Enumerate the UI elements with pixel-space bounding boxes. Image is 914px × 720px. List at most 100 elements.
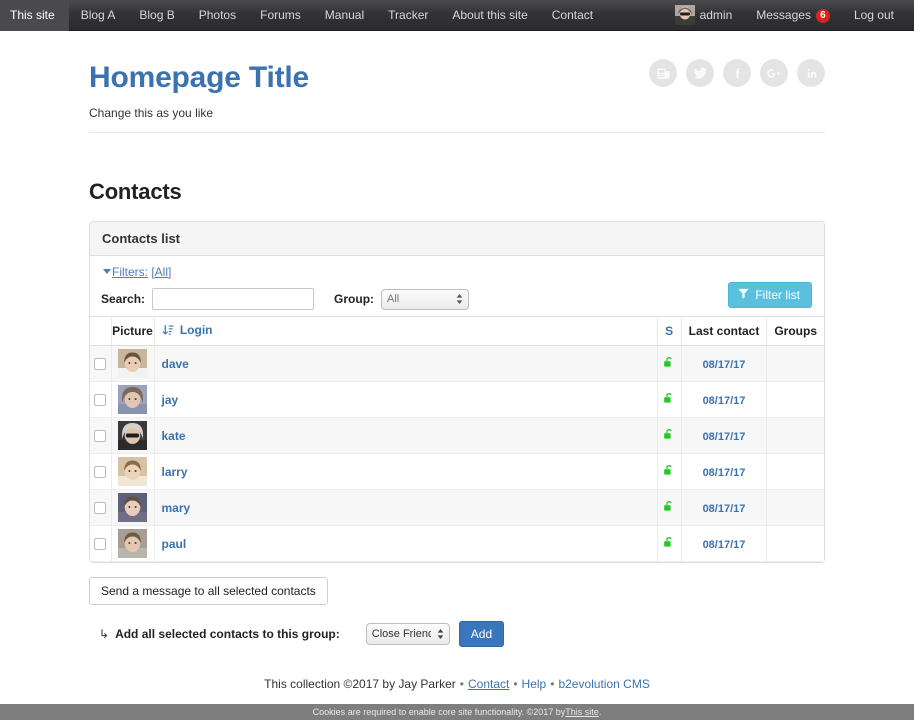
evobar-photos[interactable]: Photos xyxy=(187,0,248,31)
evobar-blog-a[interactable]: Blog A xyxy=(69,0,128,31)
contacts-table: Picture Login S Last contact Groups dave… xyxy=(90,316,824,562)
sort-descending-icon[interactable] xyxy=(162,325,177,339)
row-checkbox[interactable] xyxy=(94,538,107,551)
googleplus-icon[interactable] xyxy=(760,59,788,87)
contact-avatar[interactable] xyxy=(118,385,147,414)
evobar-messages[interactable]: Messages 6 xyxy=(744,0,842,31)
search-input[interactable] xyxy=(152,288,315,310)
add-button[interactable]: Add xyxy=(458,621,505,647)
row-last-contact-cell: 08/17/17 xyxy=(681,453,768,490)
group-select[interactable]: All xyxy=(381,288,470,310)
evobar-user-menu[interactable]: admin xyxy=(669,0,745,31)
row-login-cell: mary xyxy=(154,489,658,526)
separator: • xyxy=(513,677,518,691)
send-message-button[interactable]: Send a message to all selected contacts xyxy=(89,577,328,605)
contact-avatar[interactable] xyxy=(118,493,147,522)
th-groups: Groups xyxy=(766,316,824,346)
row-picture-cell xyxy=(111,453,155,490)
row-groups-cell xyxy=(766,453,824,490)
unlocked-padlock-icon[interactable] xyxy=(663,537,675,551)
row-last-contact-cell: 08/17/17 xyxy=(681,417,768,454)
row-status-cell xyxy=(657,381,682,418)
last-contact-date[interactable]: 08/17/17 xyxy=(703,467,746,479)
unlocked-padlock-icon[interactable] xyxy=(663,357,675,371)
row-checkbox[interactable] xyxy=(94,466,107,479)
rss-news-icon[interactable] xyxy=(649,59,677,87)
linkedin-icon[interactable] xyxy=(797,59,825,87)
last-contact-date[interactable]: 08/17/17 xyxy=(703,539,746,551)
unlocked-padlock-icon[interactable] xyxy=(663,465,675,479)
unlocked-padlock-icon[interactable] xyxy=(663,429,675,443)
evobar-right-group: admin Messages 6 Log out xyxy=(669,0,914,31)
evobar-manual[interactable]: Manual xyxy=(313,0,376,31)
unlocked-padlock-icon[interactable] xyxy=(663,393,675,407)
row-status-cell xyxy=(657,525,682,562)
last-contact-date[interactable]: 08/17/17 xyxy=(703,395,746,407)
add-group-select[interactable]: Close Friends xyxy=(365,623,450,645)
row-checkbox[interactable] xyxy=(94,502,107,515)
filter-list-button[interactable]: Filter list xyxy=(728,282,812,308)
filters-label[interactable]: Filters: xyxy=(112,265,148,279)
filters-all-link[interactable]: [All] xyxy=(151,265,171,279)
evobar-this-site[interactable]: This site xyxy=(0,0,69,31)
row-groups-cell xyxy=(766,345,824,382)
evobar-tracker[interactable]: Tracker xyxy=(376,0,440,31)
evobar-contact[interactable]: Contact xyxy=(540,0,605,31)
row-last-contact-cell: 08/17/17 xyxy=(681,525,768,562)
row-checkbox-cell xyxy=(90,381,112,418)
group-select-wrap: All xyxy=(381,288,470,310)
footer-contact-link[interactable]: Contact xyxy=(468,677,509,691)
cookie-text-after: . xyxy=(598,707,602,717)
row-checkbox-cell xyxy=(90,489,112,526)
row-last-contact-cell: 08/17/17 xyxy=(681,381,768,418)
row-status-cell xyxy=(657,417,682,454)
separator: • xyxy=(459,677,464,691)
contact-login-link[interactable]: paul xyxy=(162,537,187,551)
contact-avatar[interactable] xyxy=(118,421,147,450)
last-contact-date[interactable]: 08/17/17 xyxy=(703,431,746,443)
th-login[interactable]: Login xyxy=(154,316,658,346)
row-checkbox[interactable] xyxy=(94,358,107,371)
contact-login-link[interactable]: jay xyxy=(162,393,179,407)
twitter-icon[interactable] xyxy=(686,59,714,87)
row-status-cell xyxy=(657,345,682,382)
row-login-cell: jay xyxy=(154,381,658,418)
last-contact-date[interactable]: 08/17/17 xyxy=(703,503,746,515)
last-contact-date[interactable]: 08/17/17 xyxy=(703,359,746,371)
row-checkbox[interactable] xyxy=(94,430,107,443)
row-checkbox[interactable] xyxy=(94,394,107,407)
table-row: jay 08/17/17 xyxy=(90,381,824,418)
filters-line: Filters: [All] xyxy=(103,265,813,279)
row-picture-cell xyxy=(111,525,155,562)
row-login-cell: larry xyxy=(154,453,658,490)
facebook-icon[interactable] xyxy=(723,59,751,87)
contact-login-link[interactable]: mary xyxy=(162,501,191,515)
row-checkbox-cell xyxy=(90,525,112,562)
th-status[interactable]: S xyxy=(657,316,682,346)
contact-avatar[interactable] xyxy=(118,349,147,378)
table-row: larry 08/17/17 xyxy=(90,453,824,490)
evobar-forums[interactable]: Forums xyxy=(248,0,313,31)
chevron-down-icon[interactable] xyxy=(103,269,111,274)
row-picture-cell xyxy=(111,345,155,382)
footer-help-link[interactable]: Help xyxy=(522,677,547,691)
arrow-hook-icon: ↳ xyxy=(99,627,110,641)
row-login-cell: dave xyxy=(154,345,658,382)
row-status-cell xyxy=(657,453,682,490)
table-row: dave 08/17/17 xyxy=(90,345,824,382)
contact-avatar[interactable] xyxy=(118,457,147,486)
contact-login-link[interactable]: dave xyxy=(162,357,189,371)
cookie-site-link[interactable]: This site xyxy=(565,707,599,717)
evobar-logout[interactable]: Log out xyxy=(842,0,906,31)
footer-cms-link[interactable]: b2evolution CMS xyxy=(558,677,649,691)
contact-login-link[interactable]: larry xyxy=(162,465,188,479)
row-picture-cell xyxy=(111,381,155,418)
contact-avatar[interactable] xyxy=(118,529,147,558)
row-checkbox-cell xyxy=(90,345,112,382)
unlocked-padlock-icon[interactable] xyxy=(663,501,675,515)
row-last-contact-cell: 08/17/17 xyxy=(681,345,768,382)
evobar-blog-b[interactable]: Blog B xyxy=(127,0,186,31)
contact-login-link[interactable]: kate xyxy=(162,429,186,443)
footer-credit-text: This collection ©2017 by Jay Parker xyxy=(264,677,456,691)
evobar-about[interactable]: About this site xyxy=(440,0,539,31)
